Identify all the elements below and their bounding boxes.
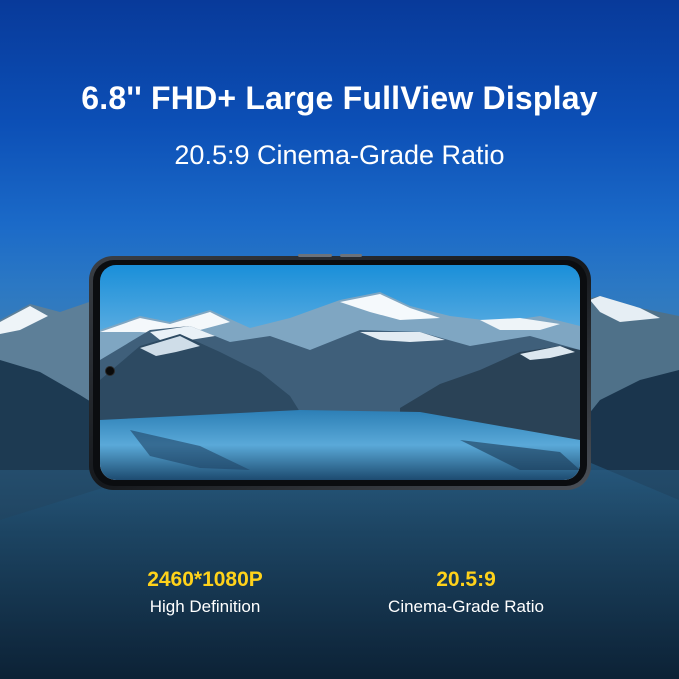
spec-label: Cinema-Grade Ratio [388,597,544,616]
phone-side-button [298,254,332,257]
phone-side-button [340,254,362,257]
spec-value: 2460*1080P [147,568,263,591]
spec-resolution: 2460*1080P High Definition [95,567,315,621]
front-camera [105,366,115,376]
headline: 6.8'' FHD+ Large FullView Display [81,80,598,116]
spec-label: High Definition [149,597,261,616]
phone-screen [100,265,580,480]
subheadline: 20.5:9 Cinema-Grade Ratio [174,140,505,170]
spec-value: 20.5:9 [436,568,496,591]
spec-aspect-ratio: 20.5:9 Cinema-Grade Ratio [356,567,576,621]
phone [89,254,591,490]
